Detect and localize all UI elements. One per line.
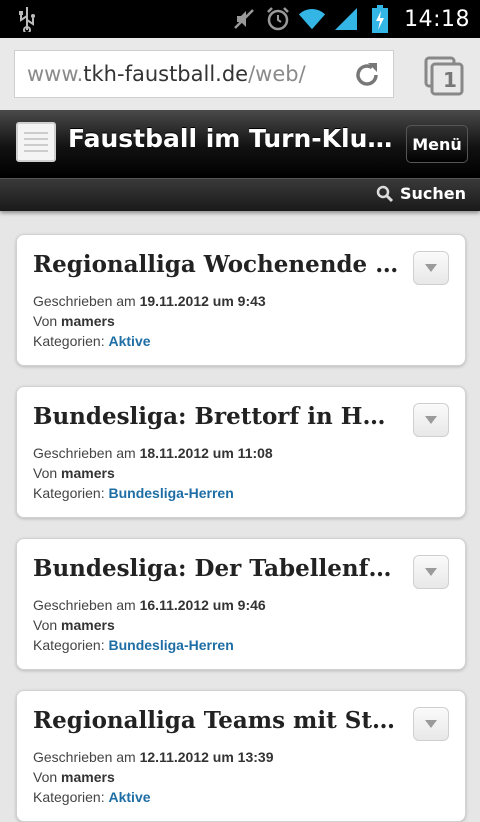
post-title[interactable]: Bundesliga: Der Tabellenführer auf Reise…: [33, 555, 399, 582]
post-title[interactable]: Regionalliga Teams mit Startschwierigkei…: [33, 707, 399, 734]
search-button[interactable]: Suchen: [376, 184, 466, 203]
post-title[interactable]: Regionalliga Wochenende – Verbandsliga: [33, 251, 399, 278]
post-expand-button[interactable]: [413, 251, 449, 285]
written-label: Geschrieben am: [33, 445, 136, 461]
search-label: Suchen: [399, 184, 466, 203]
written-label: Geschrieben am: [33, 597, 136, 613]
site-title[interactable]: Faustball im Turn-Klubb zu Hannover: [68, 124, 408, 153]
search-icon: [376, 185, 394, 202]
url-path: /web/: [248, 62, 306, 86]
status-bar: 14:18: [0, 0, 480, 38]
chevron-down-icon: [425, 264, 437, 272]
url-host: tkh-faustball.de: [83, 62, 249, 86]
post-date: 18.11.2012 um 11:08: [139, 445, 273, 461]
post-date: 19.11.2012 um 9:43: [139, 293, 266, 309]
url-field[interactable]: www.tkh-faustball.de/web/: [14, 50, 394, 98]
post-category-link[interactable]: Aktive: [109, 333, 151, 349]
post-meta: Geschrieben am 19.11.2012 um 9:43 Von ma…: [33, 291, 266, 351]
author-label: Von: [33, 313, 58, 329]
post-card[interactable]: Bundesliga: Brettorf in Hannover zu Gast…: [16, 386, 466, 518]
chevron-down-icon: [425, 416, 437, 424]
post-meta: Geschrieben am 16.11.2012 um 9:46 Von ma…: [33, 595, 266, 655]
categories-label: Kategorien:: [33, 637, 105, 653]
categories-label: Kategorien:: [33, 485, 105, 501]
post-expand-button[interactable]: [413, 555, 449, 589]
mute-icon: [230, 5, 258, 33]
post-meta: Geschrieben am 12.11.2012 um 13:39 Von m…: [33, 747, 274, 807]
chevron-down-icon: [425, 568, 437, 576]
written-label: Geschrieben am: [33, 749, 136, 765]
post-category-link[interactable]: Bundesliga-Herren: [109, 485, 234, 501]
tabs-button[interactable]: 1: [424, 56, 464, 96]
sub-toolbar: Suchen: [0, 178, 480, 211]
post-author: mamers: [61, 769, 115, 785]
post-card[interactable]: Regionalliga Wochenende – Verbandsliga G…: [16, 234, 466, 366]
browser-toolbar: www.tkh-faustball.de/web/ 1: [0, 38, 480, 111]
battery-charging-icon: [366, 5, 394, 33]
reload-icon[interactable]: [351, 59, 383, 91]
post-category-link[interactable]: Bundesliga-Herren: [109, 637, 234, 653]
chevron-down-icon: [425, 720, 437, 728]
clock: 14:18: [404, 6, 470, 32]
post-card[interactable]: Bundesliga: Der Tabellenführer auf Reise…: [16, 538, 466, 670]
usb-icon: [19, 7, 35, 32]
post-author: mamers: [61, 465, 115, 481]
menu-button[interactable]: Menü: [406, 125, 468, 163]
post-card[interactable]: Regionalliga Teams mit Startschwierigkei…: [16, 690, 466, 822]
categories-label: Kategorien:: [33, 333, 105, 349]
alarm-icon: [264, 5, 292, 33]
categories-label: Kategorien:: [33, 789, 105, 805]
post-category-link[interactable]: Aktive: [109, 789, 151, 805]
author-label: Von: [33, 465, 58, 481]
post-date: 12.11.2012 um 13:39: [139, 749, 274, 765]
written-label: Geschrieben am: [33, 293, 136, 309]
post-author: mamers: [61, 617, 115, 633]
post-title[interactable]: Bundesliga: Brettorf in Hannover zu Gast: [33, 403, 399, 430]
post-meta: Geschrieben am 18.11.2012 um 11:08 Von m…: [33, 443, 273, 503]
post-date: 16.11.2012 um 9:46: [139, 597, 266, 613]
url-prefix: www.: [27, 62, 84, 86]
post-expand-button[interactable]: [413, 403, 449, 437]
post-author: mamers: [61, 313, 115, 329]
tab-count: 1: [443, 68, 457, 92]
author-label: Von: [33, 769, 58, 785]
post-expand-button[interactable]: [413, 707, 449, 741]
signal-icon: [332, 5, 360, 33]
author-label: Von: [33, 617, 58, 633]
site-logo-icon[interactable]: [16, 122, 56, 162]
url-text: www.tkh-faustball.de/web/: [27, 62, 306, 86]
wifi-icon: [298, 5, 326, 33]
